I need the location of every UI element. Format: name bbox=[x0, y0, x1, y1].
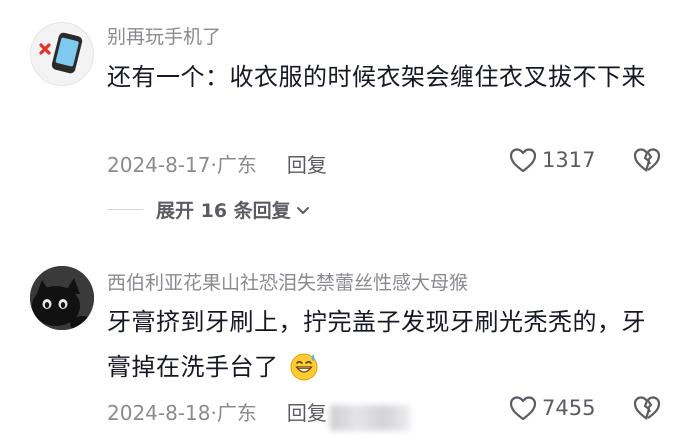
broken-heart-icon bbox=[633, 396, 661, 420]
black-cat-avatar bbox=[30, 266, 94, 330]
like-count: 1317 bbox=[542, 148, 596, 172]
comment-date: 2024-8-18 bbox=[107, 401, 211, 425]
dislike-button[interactable] bbox=[632, 146, 662, 178]
comment-text: 牙膏挤到牙刷上，拧完盖子发现牙刷光秃秃的，牙膏掉在洗手台了 bbox=[107, 308, 646, 381]
expand-replies-label: 展开 16 条回复 bbox=[156, 200, 291, 222]
phone-no-icon bbox=[39, 32, 83, 74]
reply-button[interactable]: 回复 bbox=[287, 401, 327, 425]
comment-meta: 2024-8-18·广东 回复 bbox=[107, 397, 327, 426]
comment-username[interactable]: 西伯利亚花果山社恐泪失禁蕾丝性感大母猴 bbox=[107, 268, 468, 295]
blurred-overlay bbox=[330, 405, 410, 431]
avatar[interactable] bbox=[30, 266, 94, 330]
grinning-sweat-emoji bbox=[290, 353, 318, 381]
divider bbox=[107, 209, 143, 210]
heart-icon bbox=[509, 396, 537, 421]
broken-heart-icon bbox=[633, 148, 661, 172]
comment-meta: 2024-8-17·广东 回复 bbox=[107, 149, 327, 178]
like-count: 7455 bbox=[542, 396, 596, 420]
like-button[interactable]: 7455 bbox=[508, 394, 595, 422]
comment-date: 2024-8-17 bbox=[107, 153, 211, 177]
chevron-down-icon bbox=[296, 206, 309, 214]
comment-username[interactable]: 别再玩手机了 bbox=[107, 22, 221, 49]
avatar[interactable] bbox=[30, 22, 94, 86]
expand-replies-button[interactable]: 展开 16 条回复 bbox=[107, 196, 311, 223]
comment-content: 牙膏挤到牙刷上，拧完盖子发现牙刷光秃秃的，牙膏掉在洗手台了 bbox=[107, 300, 667, 390]
comment-location: 广东 bbox=[216, 153, 257, 177]
like-button[interactable]: 1317 bbox=[508, 146, 595, 174]
dislike-button[interactable] bbox=[632, 394, 662, 426]
reply-button[interactable]: 回复 bbox=[287, 153, 327, 177]
comment-location: 广东 bbox=[216, 401, 257, 425]
heart-icon bbox=[509, 148, 537, 173]
comment-content: 还有一个：收衣服的时候衣架会缠住衣叉拔不下来 bbox=[107, 63, 646, 91]
